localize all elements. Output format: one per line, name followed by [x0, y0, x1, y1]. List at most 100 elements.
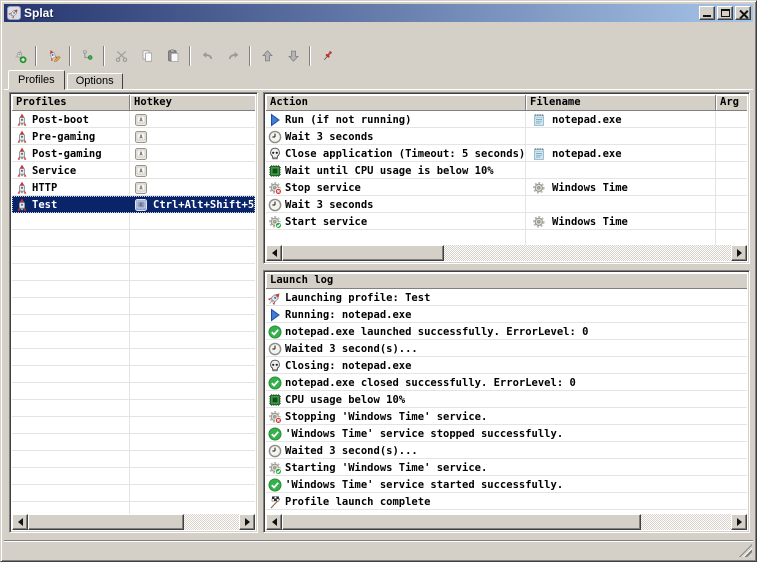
profile-name: Post-gaming — [32, 148, 102, 160]
log-row[interactable]: Running: notepad.exe — [266, 306, 747, 323]
minimize-icon — [703, 15, 711, 17]
log-row[interactable]: Waited 3 second(s)... — [266, 442, 747, 459]
action-text: Run (if not running) — [285, 114, 411, 126]
toolbar-separator — [69, 46, 71, 66]
profiles-column-header[interactable]: Profiles — [12, 95, 130, 111]
log-hscrollbar — [266, 514, 747, 530]
filename-column-header[interactable]: Filename — [526, 95, 716, 111]
launch-profile-button[interactable] — [74, 44, 100, 68]
log-row[interactable]: Waited 3 second(s)... — [266, 340, 747, 357]
move-down-icon — [286, 49, 301, 64]
action-row[interactable]: Close application (Timeout: 5 seconds) n… — [266, 145, 747, 162]
profiles-hscrollbar — [12, 514, 255, 530]
hotkey-column-header[interactable]: Hotkey — [130, 95, 255, 111]
action-row[interactable]: Wait until CPU usage is below 10% — [266, 162, 747, 179]
scroll-right-button[interactable] — [239, 514, 255, 530]
scroll-thumb[interactable] — [28, 514, 184, 530]
move-down-button[interactable] — [280, 44, 306, 68]
right-arrow-icon — [737, 249, 746, 257]
pin-button[interactable] — [314, 44, 340, 68]
paste-button[interactable] — [160, 44, 186, 68]
launch-log-panel: Launch log Launching profile: Test Runni… — [263, 270, 750, 533]
app-window: Splat Profiles Options Profiles Hotkey — [0, 0, 757, 562]
play-icon — [267, 112, 282, 127]
action-text: Start service — [285, 216, 367, 228]
scroll-track[interactable] — [28, 514, 239, 530]
menu-item-file[interactable] — [6, 30, 20, 34]
left-arrow-icon — [268, 249, 277, 257]
copy-icon — [140, 49, 155, 64]
scroll-left-button[interactable] — [12, 514, 28, 530]
log-row[interactable]: Profile launch complete — [266, 493, 747, 510]
profile-row[interactable]: Post-boot A — [12, 111, 255, 128]
log-row[interactable]: 'Windows Time' service stopped successfu… — [266, 425, 747, 442]
scroll-right-button[interactable] — [731, 514, 747, 530]
launch-log-list: Launching profile: Test Running: notepad… — [266, 289, 747, 514]
statusbar — [4, 540, 753, 558]
action-text: Wait 3 seconds — [285, 131, 374, 143]
pin-icon — [320, 49, 335, 64]
maximize-button[interactable] — [717, 6, 733, 20]
action-row[interactable]: Wait 3 seconds — [266, 196, 747, 213]
action-column-header[interactable]: Action — [266, 95, 526, 111]
profile-row[interactable]: HTTP A — [12, 179, 255, 196]
redo-button[interactable] — [220, 44, 246, 68]
edit-profile-button[interactable] — [40, 44, 66, 68]
profile-row[interactable]: Pre-gaming A — [12, 128, 255, 145]
move-up-icon — [260, 49, 275, 64]
log-row[interactable]: Launching profile: Test — [266, 289, 747, 306]
arguments-cell — [716, 145, 747, 162]
log-row[interactable]: notepad.exe closed successfully. ErrorLe… — [266, 374, 747, 391]
log-text: CPU usage below 10% — [285, 394, 405, 406]
clock-icon — [267, 129, 282, 144]
action-row[interactable]: Wait 3 seconds — [266, 128, 747, 145]
filename-text: Windows Time — [552, 216, 628, 228]
action-row[interactable]: Start service Windows Time — [266, 213, 747, 230]
menu-item-help[interactable] — [48, 30, 62, 34]
move-up-button[interactable] — [254, 44, 280, 68]
profile-row[interactable]: Post-gaming A — [12, 145, 255, 162]
close-button[interactable] — [735, 6, 751, 20]
rocket-icon — [14, 112, 29, 127]
log-row[interactable]: CPU usage below 10% — [266, 391, 747, 408]
log-text: 'Windows Time' service started successfu… — [285, 479, 563, 491]
log-row[interactable]: Starting 'Windows Time' service. — [266, 459, 747, 476]
left-arrow-icon — [14, 518, 23, 526]
cut-button[interactable] — [108, 44, 134, 68]
undo-button[interactable] — [194, 44, 220, 68]
scroll-thumb[interactable] — [282, 514, 641, 530]
menu-item-edit[interactable] — [20, 30, 34, 34]
tab-options[interactable]: Options — [67, 73, 123, 90]
scroll-left-button[interactable] — [266, 245, 282, 261]
actions-panel: Action Filename Arg Run (if not running)… — [263, 92, 750, 264]
scroll-track[interactable] — [282, 514, 731, 530]
hotkey-key-icon: A — [133, 180, 148, 195]
profile-row[interactable]: Test ACtrl+Alt+Shift+5 — [12, 196, 255, 213]
action-text: Wait 3 seconds — [285, 199, 374, 211]
action-row[interactable]: Stop service Windows Time — [266, 179, 747, 196]
tab-profiles[interactable]: Profiles — [8, 70, 65, 90]
notepad-icon — [531, 146, 546, 161]
arguments-column-header[interactable]: Arg — [716, 95, 747, 111]
log-row[interactable]: Closing: notepad.exe — [266, 357, 747, 374]
log-row[interactable]: 'Windows Time' service started successfu… — [266, 476, 747, 493]
launch-log-header[interactable]: Launch log — [266, 273, 747, 289]
resize-grip-icon[interactable] — [739, 544, 752, 557]
scroll-right-button[interactable] — [731, 245, 747, 261]
gear-stop-icon — [267, 409, 282, 424]
profile-row[interactable]: Service A — [12, 162, 255, 179]
clock-icon — [267, 197, 282, 212]
log-row[interactable]: notepad.exe launched successfully. Error… — [266, 323, 747, 340]
scroll-thumb[interactable] — [282, 245, 444, 261]
scroll-track[interactable] — [282, 245, 731, 261]
new-profile-button[interactable] — [6, 44, 32, 68]
profile-name: Service — [32, 165, 76, 177]
log-row[interactable]: Stopping 'Windows Time' service. — [266, 408, 747, 425]
scroll-left-button[interactable] — [266, 514, 282, 530]
copy-button[interactable] — [134, 44, 160, 68]
menu-item-view[interactable] — [34, 30, 48, 34]
action-row[interactable]: Run (if not running) notepad.exe — [266, 111, 747, 128]
profile-name: Pre-gaming — [32, 131, 95, 143]
minimize-button[interactable] — [699, 6, 715, 20]
gear-start-icon — [267, 460, 282, 475]
